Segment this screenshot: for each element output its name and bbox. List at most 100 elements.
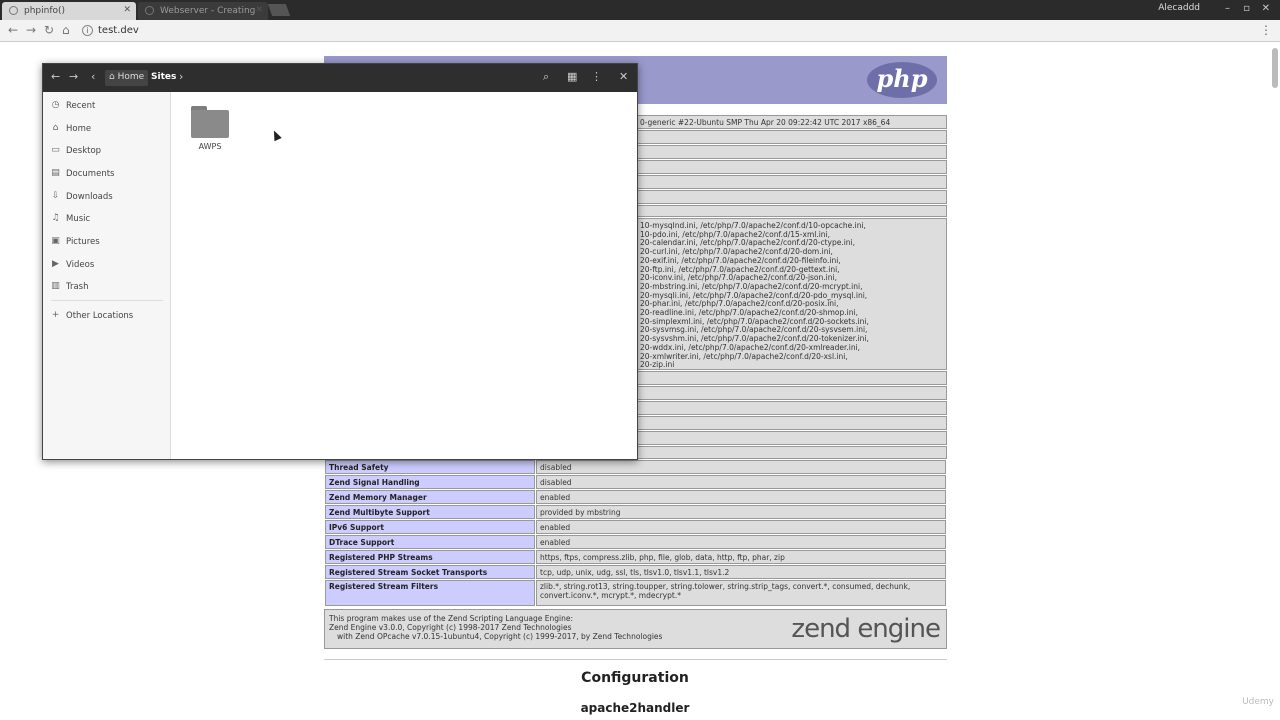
zend-info: This program makes use of the Zend Scrip…: [329, 614, 662, 641]
chevron-left-icon[interactable]: ‹: [91, 70, 95, 83]
table-row: DTrace Support enabled: [325, 535, 946, 549]
sidebar-item-recent[interactable]: ◷ Recent: [51, 98, 169, 114]
ini-line: 10-pdo.ini, /etc/php/7.0/apache2/conf.d/…: [640, 229, 831, 239]
new-tab-button[interactable]: [267, 4, 291, 16]
document-icon: ▤: [51, 168, 60, 178]
ini-line: 20-exif.ini, /etc/php/7.0/apache2/conf.d…: [640, 255, 841, 265]
row-value: enabled: [536, 520, 946, 534]
breadcrumb-label: Sites: [151, 72, 177, 82]
sidebar-item-trash[interactable]: ▥ Trash: [51, 279, 169, 295]
row-key: Zend Memory Manager: [325, 490, 535, 504]
profile-name[interactable]: Alecaddd: [1158, 3, 1200, 13]
ini-line: 20-xmlwriter.ini, /etc/php/7.0/apache2/c…: [640, 351, 848, 361]
php-logo: php: [867, 62, 937, 98]
back-arrow-icon[interactable]: ←: [51, 70, 60, 83]
sidebar-item-label: Home: [66, 124, 92, 134]
table-row: IPv6 Support enabled: [325, 520, 946, 534]
sidebar-item-documents[interactable]: ▤ Documents: [51, 166, 169, 182]
watermark: Udemy: [1242, 697, 1274, 707]
row-value: provided by mbstring: [536, 505, 946, 519]
menu-icon[interactable]: ⋮: [591, 70, 602, 83]
sidebar-item-label: Other Locations: [66, 311, 134, 321]
tab-phpinfo[interactable]: phpinfo() ✕: [2, 2, 136, 20]
grid-view-icon[interactable]: ▦: [567, 70, 577, 83]
plus-icon: +: [51, 310, 60, 320]
ini-line: 20-sysvshm.ini, /etc/php/7.0/apache2/con…: [640, 334, 869, 344]
sidebar-item-downloads[interactable]: ⇩ Downloads: [51, 189, 169, 205]
ini-line: 20-calendar.ini, /etc/php/7.0/apache2/co…: [640, 238, 856, 248]
forward-arrow-icon[interactable]: →: [69, 70, 78, 83]
zend-line: This program makes use of the Zend Scrip…: [329, 614, 573, 623]
minimize-icon[interactable]: –: [1225, 3, 1230, 14]
pictures-icon: ▣: [51, 236, 60, 246]
zend-engine-box: This program makes use of the Zend Scrip…: [324, 609, 947, 649]
table-row: Zend Memory Manager enabled: [325, 490, 946, 504]
sidebar-divider: [51, 300, 163, 301]
browser-toolbar: ← → ↻ ⌂ i test.dev ⋮: [0, 20, 1280, 42]
videos-icon: ▶: [52, 259, 59, 269]
row-key: Registered Stream Socket Transports: [325, 565, 535, 579]
ini-line: 20-sysvmsg.ini, /etc/php/7.0/apache2/con…: [640, 325, 868, 335]
address-bar[interactable]: i test.dev: [78, 22, 1258, 40]
zend-line: with Zend OPcache v7.0.15-1ubuntu4, Copy…: [337, 632, 663, 641]
tab-label: phpinfo(): [24, 6, 66, 16]
folder-awps[interactable]: [191, 106, 229, 138]
file-manager-window: ← → ‹ ⌂ Home Sites › ⌕ ▦ ⋮ ✕ ◷ Recent ⌂ Ho…: [42, 63, 638, 460]
ini-line: 20-mbstring.ini, /etc/php/7.0/apache2/co…: [640, 281, 863, 291]
system-value: 0-generic #22-Ubuntu SMP Thu Apr 20 09:2…: [640, 118, 891, 127]
file-manager-sidebar: ◷ Recent ⌂ Home ▭ Desktop ▤ Documents ⇩ Downl…: [43, 92, 171, 459]
sidebar-item-label: Downloads: [66, 192, 113, 202]
row-key: IPv6 Support: [325, 520, 535, 534]
close-icon[interactable]: ✕: [255, 5, 263, 15]
sidebar-item-desktop[interactable]: ▭ Desktop: [51, 143, 169, 159]
table-row: Registered PHP Streams https, ftps, compr…: [325, 550, 946, 564]
divider: [324, 659, 947, 660]
sidebar-item-videos[interactable]: ▶ Videos: [51, 257, 169, 273]
sidebar-item-music[interactable]: ♫ Music: [51, 211, 169, 227]
breadcrumb-label: Home: [117, 72, 145, 82]
row-key: Thread Safety: [325, 460, 535, 474]
table-row: Thread Safety disabled: [325, 460, 946, 474]
row-value: enabled: [536, 535, 946, 549]
close-window-icon[interactable]: ✕: [1262, 3, 1270, 14]
zend-line: Zend Engine v3.0.0, Copyright (c) 1998-2…: [329, 623, 572, 632]
sidebar-item-label: Trash: [66, 282, 89, 292]
forward-arrow-icon[interactable]: →: [26, 23, 36, 37]
sidebar-item-other-locations[interactable]: + Other Locations: [51, 308, 169, 324]
sidebar-item-pictures[interactable]: ▣ Pictures: [51, 234, 169, 250]
home-icon[interactable]: ⌂: [62, 23, 70, 37]
search-icon[interactable]: ⌕: [543, 70, 549, 84]
row-key: Zend Signal Handling: [325, 475, 535, 489]
tab-webserver[interactable]: Webserver - Creating ✕: [138, 2, 268, 20]
clock-icon: ◷: [51, 100, 60, 110]
home-icon: ⌂: [52, 123, 59, 133]
sidebar-item-home[interactable]: ⌂ Home: [51, 121, 169, 137]
row-key: Registered PHP Streams: [325, 550, 535, 564]
row-value: zlib.*, string.rot13, string.toupper, st…: [536, 580, 946, 606]
folder-label: AWPS: [198, 142, 222, 151]
phpinfo-features-table: Thread Safety disabled Zend Signal Handli…: [324, 459, 947, 607]
zend-engine-logo: zend engine: [791, 614, 941, 644]
row-value: enabled: [536, 490, 946, 504]
folder-icon: [191, 110, 229, 138]
ini-line: 20-curl.ini, /etc/php/7.0/apache2/conf.d…: [640, 247, 833, 257]
browser-menu-icon[interactable]: ⋮: [1260, 23, 1272, 37]
breadcrumb-sites[interactable]: Sites: [147, 70, 180, 86]
back-arrow-icon[interactable]: ←: [8, 23, 18, 37]
breadcrumb-home[interactable]: ⌂ Home: [105, 70, 149, 86]
desktop-icon: ▭: [51, 145, 60, 155]
ini-line: 20-wddx.ini, /etc/php/7.0/apache2/conf.d…: [640, 342, 861, 352]
info-icon[interactable]: i: [82, 25, 93, 36]
ini-line: 20-ftp.ini, /etc/php/7.0/apache2/conf.d/…: [640, 264, 840, 274]
download-icon: ⇩: [51, 191, 60, 201]
maximize-icon[interactable]: ▫: [1243, 3, 1250, 14]
ini-line: 20-iconv.ini, /etc/php/7.0/apache2/conf.…: [640, 273, 837, 283]
page-scrollbar[interactable]: [1272, 48, 1278, 88]
file-manager-headerbar: ← → ‹ ⌂ Home Sites › ⌕ ▦ ⋮ ✕: [43, 64, 637, 92]
close-icon[interactable]: ✕: [619, 70, 628, 83]
browser-tab-bar: phpinfo() ✕ Webserver - Creating ✕ Aleca…: [0, 0, 1280, 20]
reload-icon[interactable]: ↻: [44, 23, 54, 37]
close-icon[interactable]: ✕: [123, 5, 131, 15]
row-value: disabled: [536, 460, 946, 474]
chevron-right-icon[interactable]: ›: [179, 70, 183, 83]
